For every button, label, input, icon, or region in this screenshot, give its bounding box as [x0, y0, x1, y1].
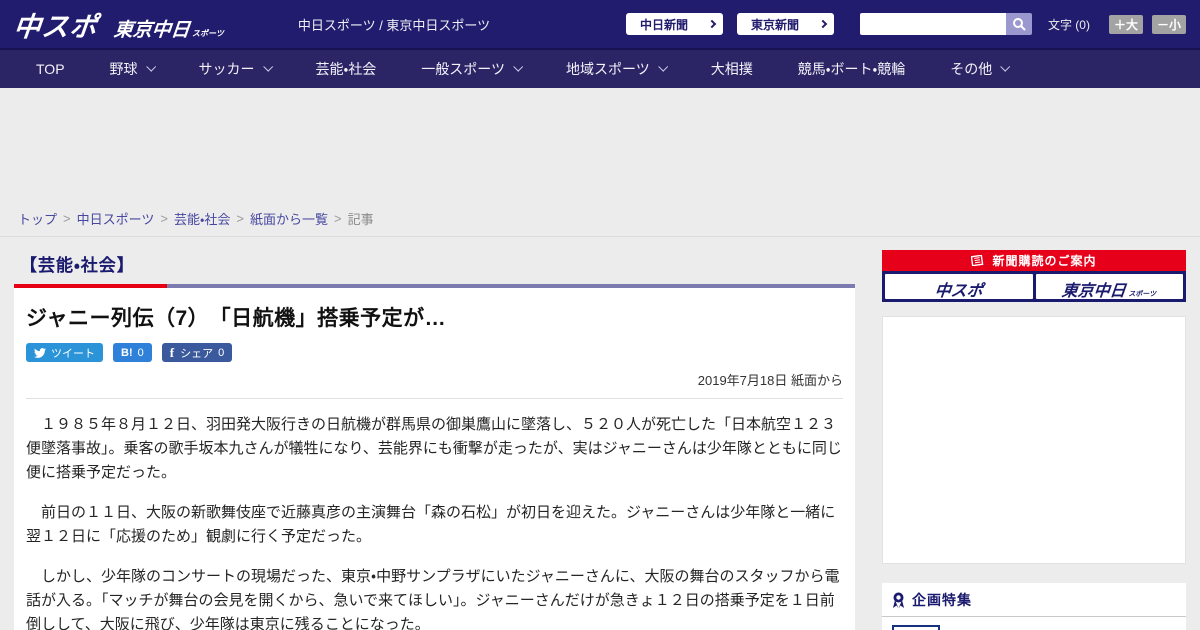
breadcrumb-link-top[interactable]: トップ — [18, 209, 57, 228]
sidebar: 新聞購読のご案内 中スポ 東京中日 スポーツ 企画特集 中日新聞ドラゴンズショッ… — [882, 250, 1186, 630]
subscription-banner[interactable]: 新聞購読のご案内 — [882, 250, 1186, 271]
article-body: １９８５年８月１２日、羽田発大阪行きの日航機が群馬県の御巣鷹山に墜落し、５２０人… — [26, 413, 843, 630]
chunichi-shimbun-button[interactable]: 中日新聞 — [625, 13, 723, 35]
search-button[interactable] — [1005, 13, 1032, 35]
nav-item-soccer[interactable]: サッカー — [199, 59, 273, 79]
nav-item-top[interactable]: TOP — [36, 61, 65, 77]
hatena-count: 0 — [137, 346, 144, 359]
site-title-text: 中日スポーツ / 東京中日スポーツ — [297, 17, 491, 33]
main-nav: TOP 野球 サッカー 芸能・社会 一般スポーツ 地域スポーツ 大相撲 競馬・ボ… — [0, 48, 1200, 88]
tokyo-shimbun-button[interactable]: 東京新聞 — [736, 13, 834, 35]
breadcrumb-link-chunichi-sports[interactable]: 中日スポーツ — [77, 209, 155, 228]
section-label: 【芸能・社会】 — [20, 256, 135, 275]
hatena-b-icon: B! — [121, 346, 133, 359]
dragons-shop-thumbnail — [892, 625, 940, 630]
fontsize-label: 文字 (0) — [1047, 17, 1090, 32]
chunichi-shimbun-label: 中日新聞 — [639, 17, 688, 32]
subscription-tokyo-chunichi-button[interactable]: 東京中日 スポーツ — [1035, 274, 1183, 300]
article-paragraph: 前日の１１日、大阪の新歌舞伎座で近藤真彦の主演舞台「森の石松」が初日を迎えた。ジ… — [26, 504, 836, 545]
fontsize-controls: 文字 (0) ＋大 －小 — [1047, 14, 1186, 34]
ribbon-medal-icon — [893, 592, 904, 608]
newspaper-icon — [971, 255, 984, 266]
breadcrumb-link-paper-list[interactable]: 紙面から一覧 — [250, 209, 328, 228]
nav-item-sumo[interactable]: 大相撲 — [711, 59, 753, 79]
logo-chuspo: 中スポ — [12, 11, 100, 42]
chuspo-logo: 中スポ — [933, 283, 984, 300]
chevron-down-icon — [145, 61, 156, 72]
chevron-down-icon — [1000, 61, 1011, 72]
nav-item-baseball[interactable]: 野球 — [110, 59, 156, 79]
article-paragraph: しかし、少年隊のコンサートの現場だった、東京・中野サンプラザにいたジャニーさんに… — [26, 568, 840, 630]
facebook-f-icon: f — [169, 344, 175, 360]
search-box — [859, 13, 1032, 35]
chevron-right-icon — [707, 19, 717, 29]
fontsize-larger-button[interactable]: ＋大 — [1108, 14, 1143, 34]
breadcrumb-separator: > — [333, 210, 342, 226]
tokyo-shimbun-label: 東京新聞 — [750, 17, 799, 32]
nav-item-racing[interactable]: 競馬・ボート・競輪 — [798, 59, 906, 79]
logo-tokyo-chunichi: 東京中日 — [112, 19, 191, 41]
nav-item-other[interactable]: その他 — [950, 59, 1011, 79]
article-card: ジャニー列伝（7） 「日航機」搭乗予定が… ツイート B! 0 f シェア 0 … — [14, 288, 855, 630]
breadcrumb-separator: > — [236, 210, 244, 226]
search-input[interactable] — [859, 13, 1006, 35]
search-icon — [1012, 18, 1026, 31]
breadcrumb-separator: > — [63, 210, 71, 226]
chevron-down-icon — [658, 61, 668, 72]
nav-item-regional-sports[interactable]: 地域スポーツ — [566, 59, 668, 79]
site-logo[interactable]: 中スポ 東京中日 スポーツ — [12, 5, 224, 44]
share-buttons: ツイート B! 0 f シェア 0 — [26, 343, 843, 362]
header-controls: 中日新聞 東京新聞 文字 (0) ＋大 －小 — [625, 13, 1186, 35]
site-header: 中スポ 東京中日 スポーツ 中日スポーツ / 東京中日スポーツ 中日新聞 東京新… — [0, 0, 1200, 48]
tweet-button-label: ツイート — [51, 347, 95, 360]
tokyo-chunichi-logo: 東京中日 — [1061, 283, 1127, 300]
article-paragraph: １９８５年８月１２日、羽田発大阪行きの日航機が群馬県の御巣鷹山に墜落し、５２０人… — [26, 416, 842, 481]
nav-item-entertainment[interactable]: 芸能・社会 — [316, 59, 377, 79]
ad-placeholder — [0, 90, 1200, 200]
tokyo-chunichi-logo-small: スポーツ — [1128, 291, 1157, 298]
chevron-right-icon — [818, 19, 828, 29]
hatena-bookmark-button[interactable]: B! 0 — [113, 343, 152, 362]
facebook-share-count: 0 — [218, 346, 225, 359]
nav-item-general-sports[interactable]: 一般スポーツ — [421, 59, 524, 79]
subscription-banner-label: 新聞購読のご案内 — [992, 254, 1097, 268]
facebook-share-label: シェア — [180, 347, 214, 360]
article-title: ジャニー列伝（7） 「日航機」搭乗予定が… — [26, 307, 447, 330]
tweet-button[interactable]: ツイート — [26, 343, 103, 362]
chevron-down-icon — [262, 61, 273, 72]
sidebar-ad-placeholder — [882, 316, 1186, 564]
featured-section: 企画特集 中日新聞ドラゴンズショップ — [882, 583, 1186, 630]
article-date: 2019年7月18日 紙面から — [26, 370, 843, 399]
fontsize-smaller-button[interactable]: －小 — [1151, 14, 1186, 34]
facebook-share-button[interactable]: f シェア 0 — [161, 343, 233, 362]
featured-section-header: 企画特集 — [882, 583, 1186, 617]
breadcrumb-separator: > — [160, 210, 168, 226]
breadcrumb-link-entertainment[interactable]: 芸能・社会 — [174, 209, 230, 228]
twitter-bird-icon — [34, 347, 46, 359]
subscription-paper-buttons: 中スポ 東京中日 スポーツ — [882, 271, 1186, 302]
featured-item-dragons-shop[interactable]: 中日新聞ドラゴンズショップ — [882, 617, 1186, 630]
breadcrumb: トップ > 中日スポーツ > 芸能・社会 > 紙面から一覧 > 記事 — [0, 200, 1200, 237]
logo-sports-small: スポーツ — [192, 28, 224, 38]
featured-section-title: 企画特集 — [912, 592, 972, 608]
subscription-chuspo-button[interactable]: 中スポ — [885, 274, 1033, 300]
breadcrumb-current-article: 記事 — [347, 211, 374, 227]
chevron-down-icon — [513, 61, 524, 72]
